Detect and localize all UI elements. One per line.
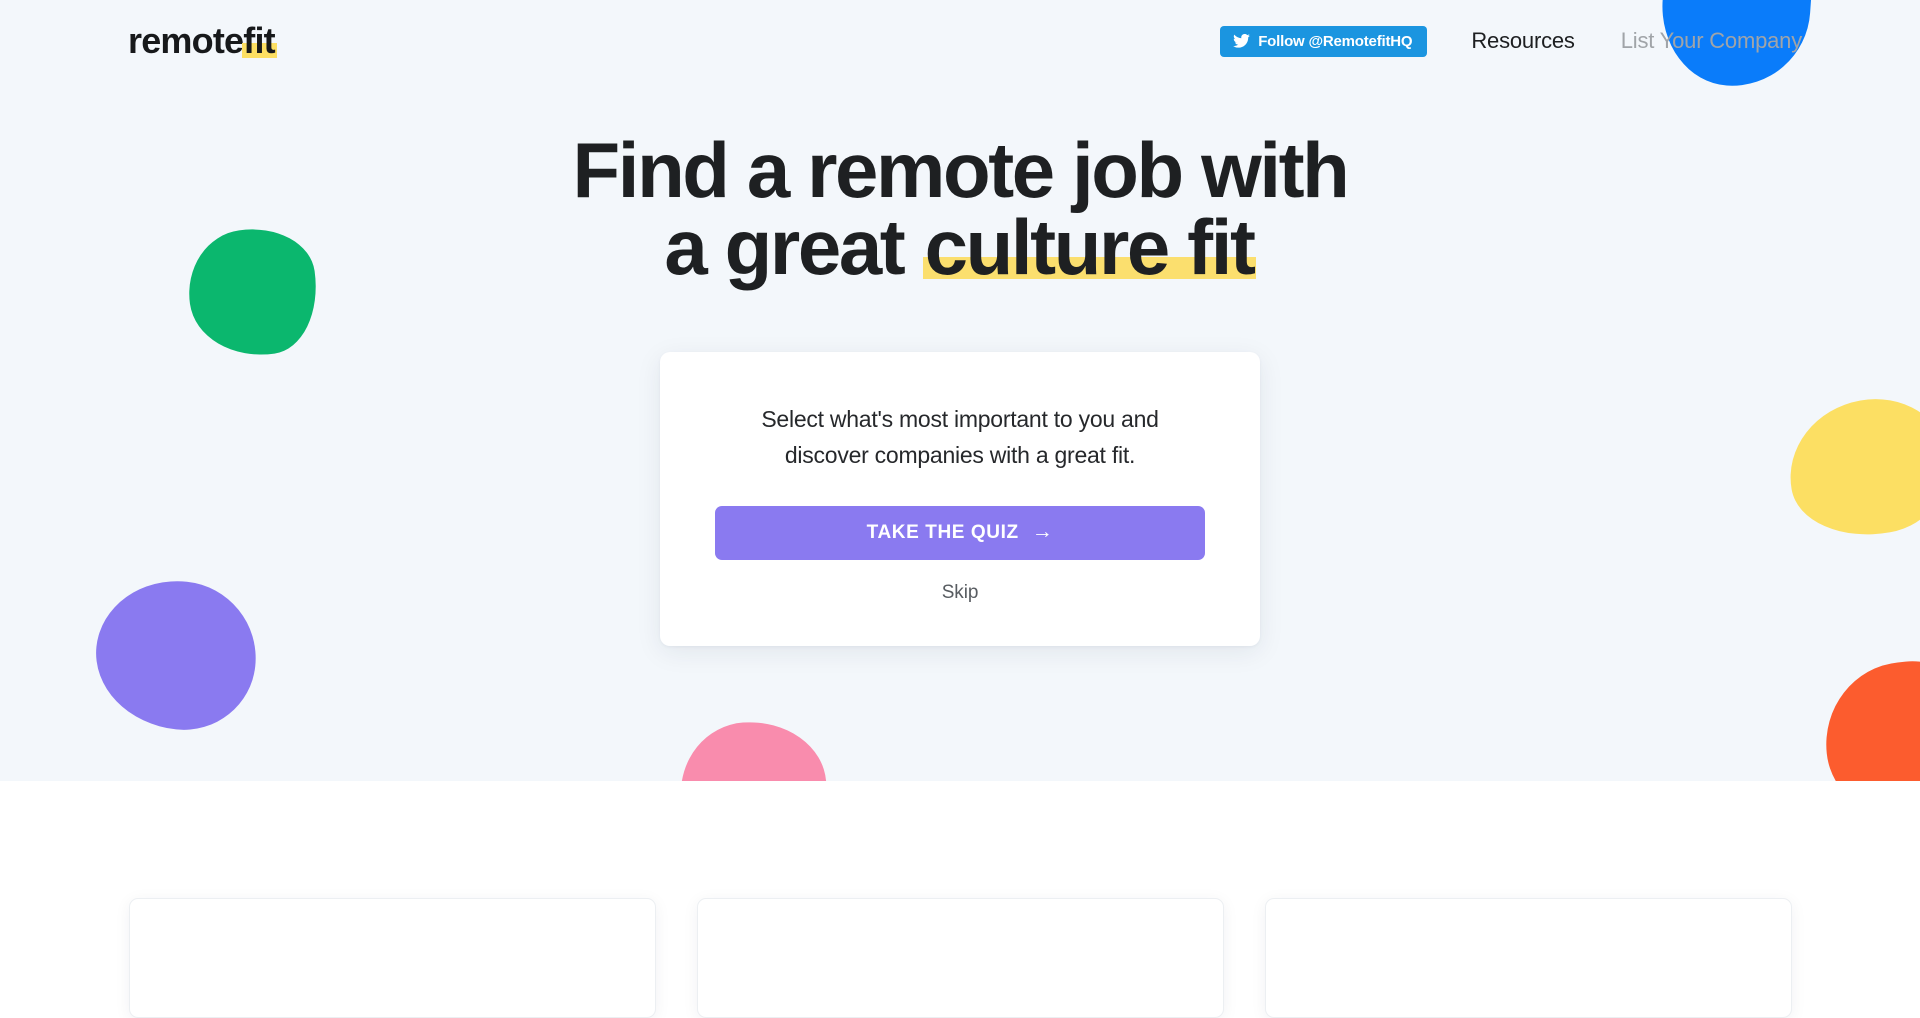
headline-line-2: a great culture fit — [0, 203, 1920, 292]
twitter-follow-label: Follow @RemotefitHQ — [1258, 32, 1413, 50]
skip-link[interactable]: Skip — [942, 582, 979, 604]
quiz-card: Select what's most important to you and … — [660, 352, 1260, 646]
quiz-description-line-2: discover companies with a great fit. — [784, 441, 1136, 468]
logo-text-highlight: fit — [242, 20, 277, 61]
orange-blob — [1818, 654, 1920, 781]
yellow-blob — [1778, 387, 1920, 548]
hero-section: remotefit Follow @RemotefitHQ Resources … — [0, 0, 1920, 781]
headline-line-1: Find a remote job with — [572, 126, 1350, 214]
quiz-card-description: Select what's most important to you and … — [715, 402, 1205, 472]
quiz-description-line-1: Select what's most important to you and — [761, 406, 1159, 433]
features-section — [0, 781, 1920, 914]
arrow-right-icon: → — [1031, 520, 1054, 544]
feature-card-2[interactable] — [696, 898, 1224, 1018]
site-logo[interactable]: remotefit — [128, 20, 277, 61]
twitter-bird-icon — [1233, 34, 1251, 48]
take-the-quiz-label: TAKE THE QUIZ — [866, 521, 1019, 543]
site-header: remotefit Follow @RemotefitHQ Resources … — [0, 0, 1920, 82]
pink-blob — [675, 717, 831, 781]
take-the-quiz-button[interactable]: TAKE THE QUIZ → — [715, 505, 1205, 560]
nav-link-list-your-company[interactable]: List Your Company — [1621, 28, 1802, 54]
purple-blob — [88, 573, 264, 737]
hero-headline: Find a remote job with a great culture f… — [0, 126, 1920, 292]
twitter-follow-button[interactable]: Follow @RemotefitHQ — [1220, 25, 1428, 57]
logo-text-main: remote — [128, 20, 244, 61]
headline-highlight: culture fit — [922, 203, 1256, 292]
feature-card-1[interactable] — [128, 898, 656, 1018]
feature-cards-row — [0, 898, 1920, 1018]
nav-link-resources[interactable]: Resources — [1471, 28, 1575, 54]
feature-card-3[interactable] — [1264, 898, 1792, 1018]
headline-line-2-prefix: a great — [664, 203, 923, 292]
main-nav: Follow @RemotefitHQ Resources List Your … — [1220, 25, 1802, 57]
